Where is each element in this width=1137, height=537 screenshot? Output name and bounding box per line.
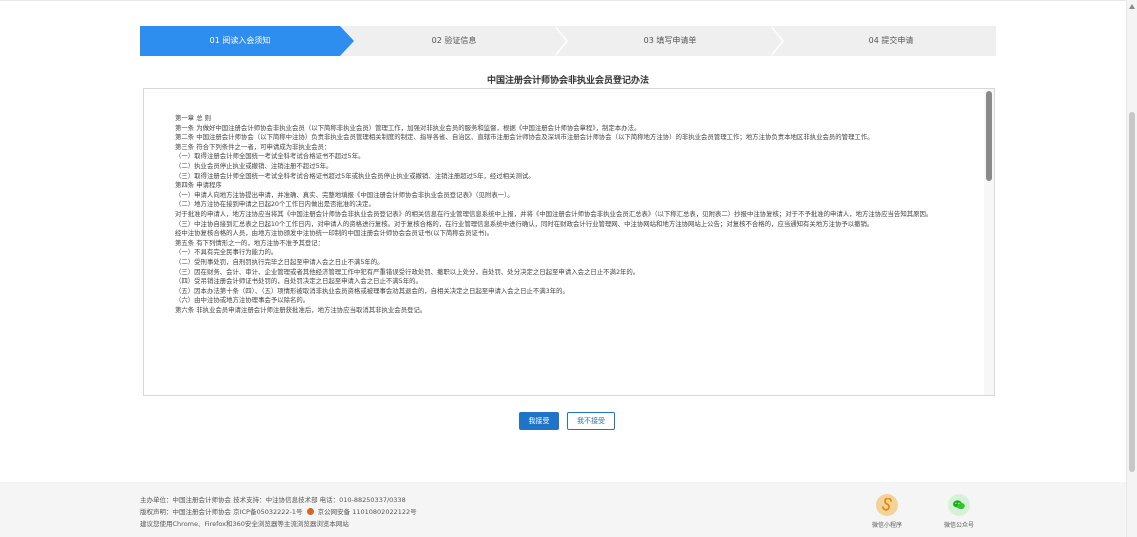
- doc-line: （一）不具有完全民事行为能力的。: [175, 248, 278, 257]
- doc-line: （三）取得注册会计师全国统一考试全科考试合格证书超过5年或执业会员停止执业或撤销…: [175, 171, 535, 180]
- reject-button[interactable]: 我不接受: [567, 412, 615, 430]
- step-progress-bar: 01 阅读入会须知 02 验证信息 03 填写申请单 04 提交申请: [140, 26, 996, 56]
- doc-line: 第一条 为做好中国注册会计师协会非执业会员（以下简称非执业会员）管理工作，加强对…: [175, 123, 641, 132]
- wechat-official-account[interactable]: 微信公众号: [937, 494, 981, 529]
- step-arrow: [340, 26, 354, 56]
- wechat-icon: [948, 494, 970, 516]
- mini-program-icon: [876, 494, 898, 516]
- notice-document-box[interactable]: 第一章 总 则 第一条 为做好中国注册会计师协会非执业会员（以下简称非执业会员）…: [143, 88, 995, 396]
- doc-line: （一）申请人向地方注协提出申请，并准确、真实、完整地填报《中国注册会计师协会非执…: [175, 190, 514, 199]
- scroll-up-arrow-icon[interactable]: [1129, 4, 1135, 9]
- wechat-mini-program[interactable]: 微信小程序: [865, 494, 909, 529]
- doc-line: 对于批准的申请人，地方注协应当将其《中国注册会计师协会非执业会员登记表》的相关信…: [175, 209, 933, 218]
- footer-info: 主办单位：中国注册会计师协会 技术支持：中注协信息技术部 电话：010-8825…: [140, 494, 417, 530]
- footer-copyright: 版权声明：中国注册会计师协会 京ICP备05032222-1号 京公网安备 11…: [140, 506, 417, 518]
- doc-line: 第一章 总 则: [175, 114, 212, 122]
- doc-line: 第六条 非执业会员申请注册会计师注册获批准后，地方注协应当取消其非执业会员登记。: [175, 305, 427, 314]
- notice-document-content: 第一章 总 则 第一条 为做好中国注册会计师协会非执业会员（以下简称非执业会员）…: [175, 114, 965, 315]
- accept-button[interactable]: 我接受: [519, 412, 559, 430]
- doc-line: 第四条 申请程序: [175, 181, 222, 190]
- doc-line: （三）因在财务、会计、审计、企业管理或者其他经济管理工作中犯有严重错误受行政处罚…: [175, 267, 640, 276]
- step-fill-form: 03 填写申请单: [643, 36, 697, 45]
- doc-line: 经中注协复核合格的人员，由地方注协颁发中注协统一印制的中国注册会计师协会会员证书…: [175, 229, 494, 238]
- page-scrollbar-thumb[interactable]: [1129, 112, 1135, 472]
- page-scrollbar[interactable]: [1126, 0, 1137, 537]
- step-separator: [554, 26, 566, 56]
- step-separator: [770, 26, 782, 56]
- doc-line: 第五条 有下列情形之一的，地方注协不准予其登记：: [175, 238, 325, 247]
- document-title: 中国注册会计师协会非执业会员登记办法: [486, 76, 649, 86]
- police-badge-icon: [306, 508, 314, 515]
- step-submit: 04 提交申请: [868, 36, 914, 45]
- doc-line: （二）受刑事处罚，自刑罚执行完毕之日起至申请入会之日止不满5年的。: [175, 257, 384, 266]
- doc-line: 第二条 中国注册会计师协会（以下简称中注协）负责非执业会员管理相关制度的制定、指…: [175, 133, 874, 142]
- top-divider: [0, 0, 1126, 1]
- footer-icp: 版权声明：中国注册会计师协会 京ICP备05032222-1号: [140, 508, 303, 516]
- doc-line: （三）中注协自接到汇总表之日起10个工作日内，对申请人的资格进行复核。对于复核合…: [175, 219, 874, 228]
- doc-line: （二）地方注协在接到申请之日起20个工作日内做出是否批准的决定。: [175, 200, 375, 209]
- doc-line: （六）由中注协或地方注协理事会予以除名的。: [175, 296, 310, 305]
- step-verify-info: 02 验证信息: [431, 36, 477, 45]
- doc-line: （二）执业会员停止执业或撤销、注销注册不超过5年。: [175, 161, 333, 170]
- page-footer: 主办单位：中国注册会计师协会 技术支持：中注协信息技术部 电话：010-8825…: [0, 482, 1126, 537]
- doc-line: （五）因本办法第十条（四）、（五）项情形被取消非执业会员资格或被理事会劝其退会的…: [175, 286, 569, 295]
- doc-line: （一）取得注册会计师全国统一考试全科考试合格证书不超过5年。: [175, 152, 365, 161]
- mini-program-label: 微信小程序: [871, 522, 902, 529]
- document-scrollbar[interactable]: [984, 89, 994, 395]
- wechat-official-label: 微信公众号: [943, 522, 974, 529]
- doc-line: （四）受吊销注册会计师证书处罚的，自处罚决定之日起至申请入会之日止不满5年的。: [175, 277, 422, 286]
- document-scrollbar-thumb[interactable]: [986, 91, 992, 181]
- footer-sponsor: 主办单位：中国注册会计师协会 技术支持：中注协信息技术部 电话：010-8825…: [140, 496, 406, 504]
- footer-police-record[interactable]: 京公网安备 11010802022122号: [318, 508, 417, 516]
- step-read-notice: 01 阅读入会须知: [140, 26, 340, 56]
- doc-line: 第三条 符合下列条件之一者，可申请成为非执业会员：: [175, 142, 331, 151]
- footer-browser-tip: 建议您使用Chrome、Firefox和360安全浏览器等主流浏览器浏览本网站: [140, 520, 349, 528]
